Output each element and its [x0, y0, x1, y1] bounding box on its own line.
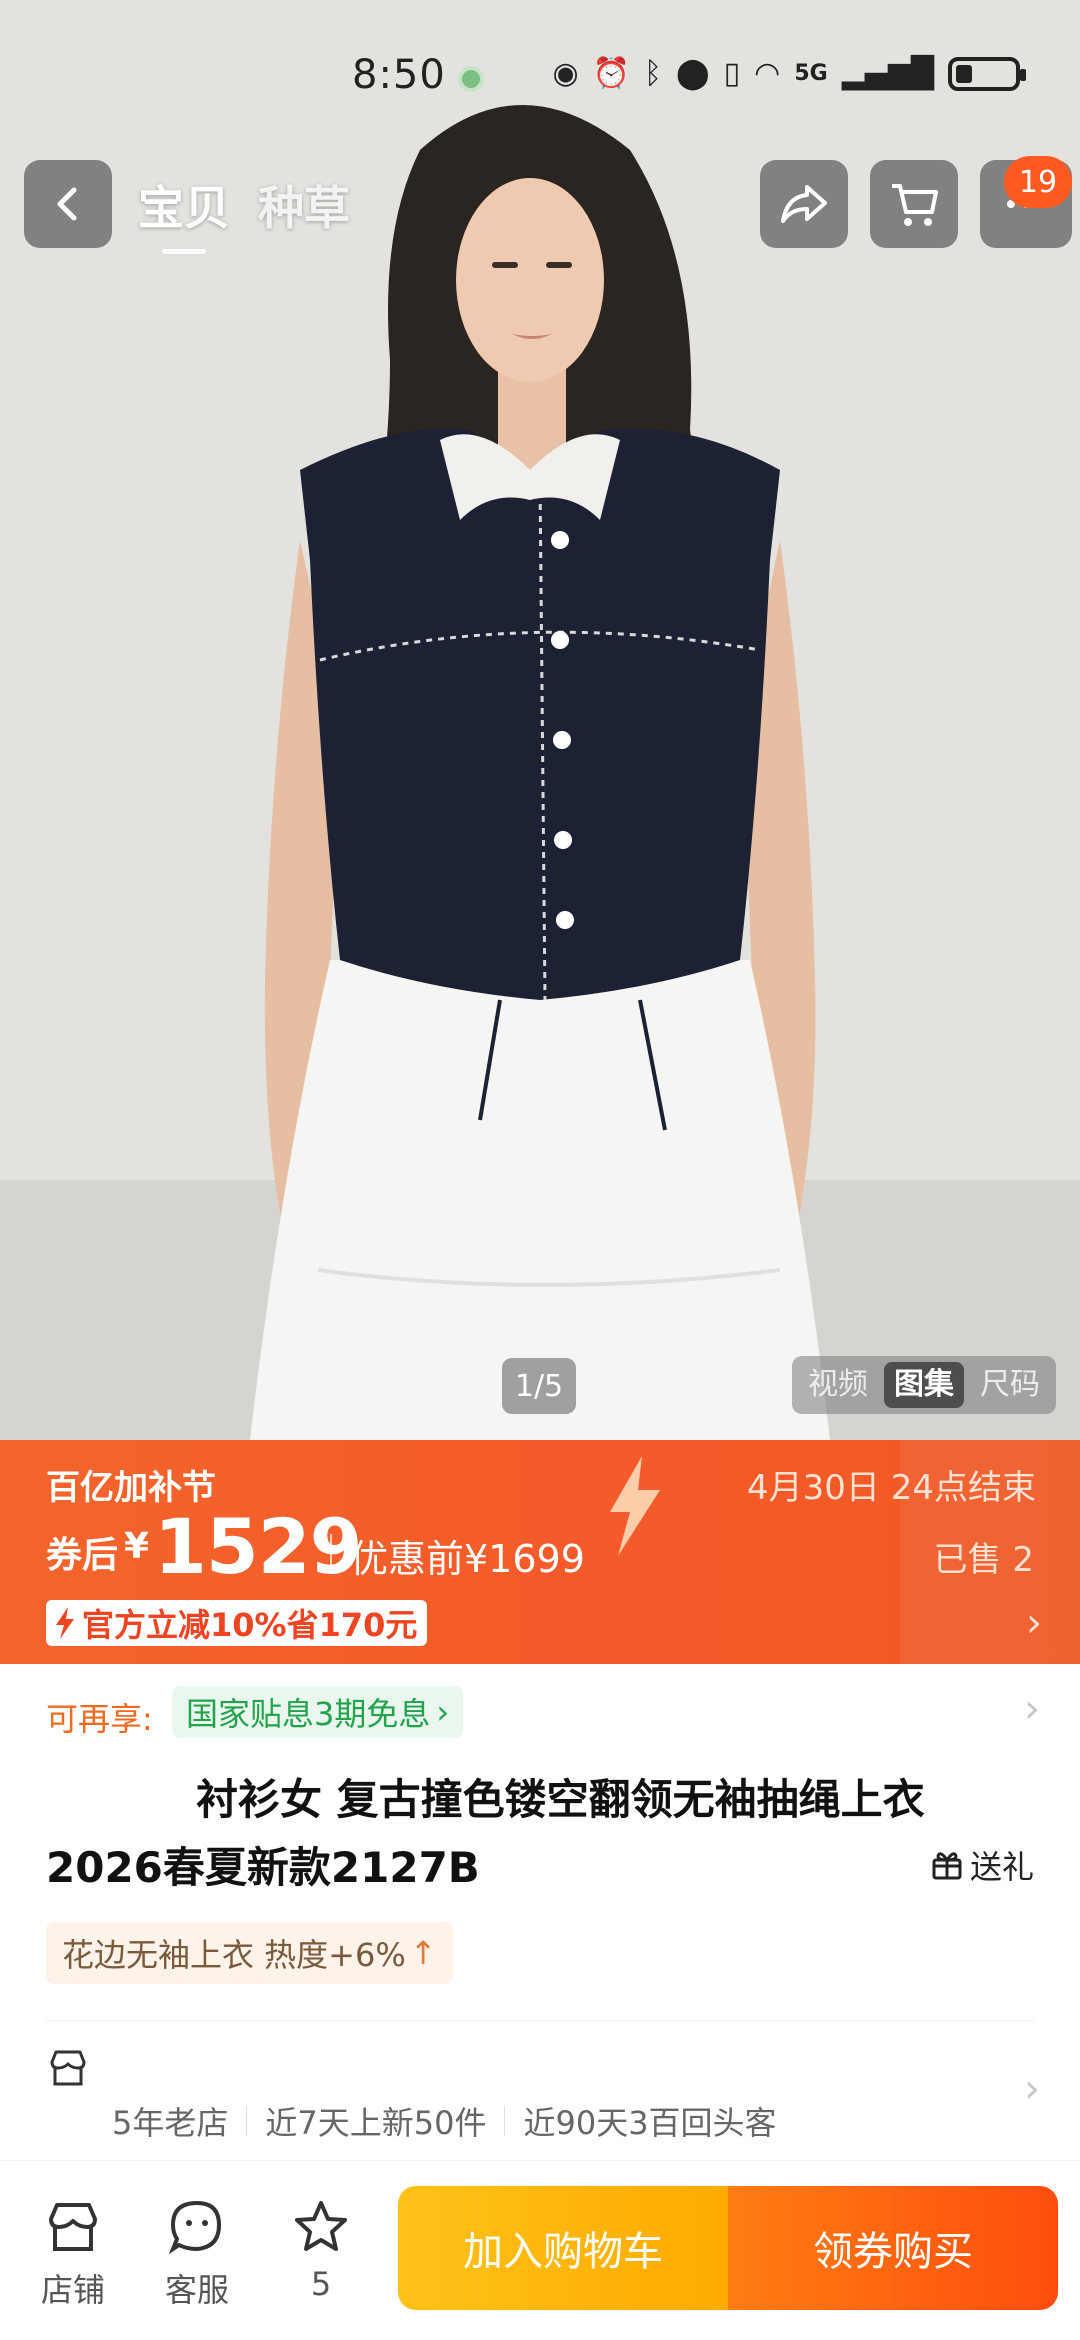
badge-divider — [504, 2106, 506, 2136]
location-icon: ⬤ — [676, 56, 710, 91]
gallery-counter: 1/5 — [502, 1358, 576, 1414]
festival-bolt-icon — [610, 1456, 660, 1556]
heat-tag[interactable]: 花边无袖上衣 热度+6% ↑ — [46, 1922, 453, 1984]
service-icon — [168, 2200, 222, 2255]
signal-label: 5G — [794, 61, 828, 86]
arrow-up-icon: ↑ — [409, 1934, 437, 1972]
shop-icon — [49, 2203, 97, 2251]
star-icon — [295, 2201, 347, 2251]
alarm-icon: ⏰ — [592, 56, 631, 91]
bluetooth-icon: ᛒ — [644, 56, 663, 91]
product-title: 衬衫女 复古撞色镂空翻领无袖抽绳上衣 2026春夏新款2127B — [46, 1766, 1006, 1902]
official-discount-text: 官方立减10%省170元 — [82, 1606, 418, 1644]
store-badge: 近7天上新50件 — [265, 2104, 487, 2142]
battery-icon — [948, 56, 1026, 91]
before-price: 优惠前¥1699 — [350, 1537, 585, 1581]
chevron-right-icon: › — [1026, 1600, 1042, 1646]
lightning-icon — [56, 1607, 74, 1639]
vibrate-icon: ▯ — [723, 56, 741, 91]
product-title-line1: 衬衫女 复古撞色镂空翻领无袖抽绳上衣 — [196, 1775, 925, 1824]
store-badge: 5年老店 — [112, 2104, 229, 2142]
cart-icon — [892, 184, 938, 226]
shop-label: 店铺 — [40, 2271, 105, 2309]
chevron-left-icon — [57, 187, 77, 221]
service-label: 客服 — [164, 2271, 229, 2309]
store-icon — [50, 2050, 86, 2086]
status-app-dot — [458, 66, 484, 92]
cart-button[interactable] — [870, 160, 958, 248]
eye-icon: ◉ — [552, 56, 579, 91]
installment-chip[interactable]: 国家贴息3期免息 › — [172, 1686, 464, 1738]
favorite-count: 5 — [310, 2265, 332, 2303]
heat-tag-text: 花边无袖上衣 热度+6% — [62, 1936, 406, 1974]
section-divider — [46, 2020, 1034, 2021]
share-button[interactable] — [760, 160, 848, 248]
store-badge: 近90天3百回头客 — [523, 2104, 777, 2142]
status-icons: ◉ ⏰ ᛒ ⬤ ▯ ◠ 5G ▂▄▆█ — [552, 56, 1026, 91]
gift-button[interactable]: 送礼 — [930, 1842, 1034, 1888]
price-divider — [330, 1534, 332, 1568]
price-banner[interactable]: 百亿加补节 4月30日 24点结束 券后 ¥ 1529 优惠前¥1699 已售 … — [0, 1440, 1080, 1664]
gift-icon — [932, 1852, 962, 1880]
chevron-right-icon: › — [436, 1693, 450, 1731]
sold-count: 已售 2 — [933, 1540, 1034, 1580]
back-button[interactable] — [24, 160, 112, 248]
status-bar: 8:50 ◉ ⏰ ᛒ ⬤ ▯ ◠ 5G ▂▄▆█ — [0, 48, 1080, 112]
benefit-chevron-icon[interactable]: › — [1024, 1686, 1040, 1732]
top-tabs: 宝贝 种草 — [138, 172, 350, 254]
media-tab-gallery[interactable]: 图集 — [884, 1362, 964, 1408]
official-discount-badge: 官方立减10%省170元 — [46, 1600, 428, 1646]
product-gallery[interactable]: 8:50 ◉ ⏰ ᛒ ⬤ ▯ ◠ 5G ▂▄▆█ 宝贝 种草 19 1/5 视频… — [0, 0, 1080, 1440]
buy-with-coupon-button[interactable]: 领券购买 — [728, 2186, 1058, 2310]
currency-symbol: ¥ — [124, 1526, 150, 1567]
store-chevron-icon[interactable]: › — [1024, 2066, 1040, 2112]
add-to-cart-button[interactable]: 加入购物车 — [398, 2186, 728, 2310]
favorite-button[interactable]: 5 — [266, 2197, 376, 2303]
service-button[interactable]: 客服 — [142, 2197, 252, 2311]
media-tab-size[interactable]: 尺码 — [970, 1362, 1050, 1408]
tab-recommend[interactable]: 种草 — [258, 172, 350, 238]
wifi-icon: ◠ — [754, 56, 781, 91]
installment-chip-text: 国家贴息3期免息 — [186, 1695, 431, 1733]
media-tab-video[interactable]: 视频 — [798, 1362, 878, 1408]
tab-product[interactable]: 宝贝 — [138, 172, 230, 254]
benefit-label: 可再享: — [46, 1700, 153, 1738]
shop-button[interactable]: 店铺 — [18, 2197, 128, 2311]
badge-divider — [246, 2106, 248, 2136]
signal-icon: ▂▄▆█ — [841, 56, 934, 91]
status-time: 8:50 — [352, 52, 446, 98]
gift-label: 送礼 — [969, 1848, 1034, 1886]
product-title-line2: 2026春夏新款2127B — [46, 1843, 480, 1892]
media-tabs: 视频 图集 尺码 — [792, 1356, 1056, 1414]
after-coupon-label: 券后 — [46, 1535, 119, 1576]
share-icon — [781, 185, 827, 223]
store-badges[interactable]: 5年老店 近7天上新50件 近90天3百回头客 — [112, 2098, 777, 2144]
cart-count-badge: 19 — [1004, 156, 1072, 208]
promo-end-date: 4月30日 24点结束 — [747, 1468, 1036, 1508]
